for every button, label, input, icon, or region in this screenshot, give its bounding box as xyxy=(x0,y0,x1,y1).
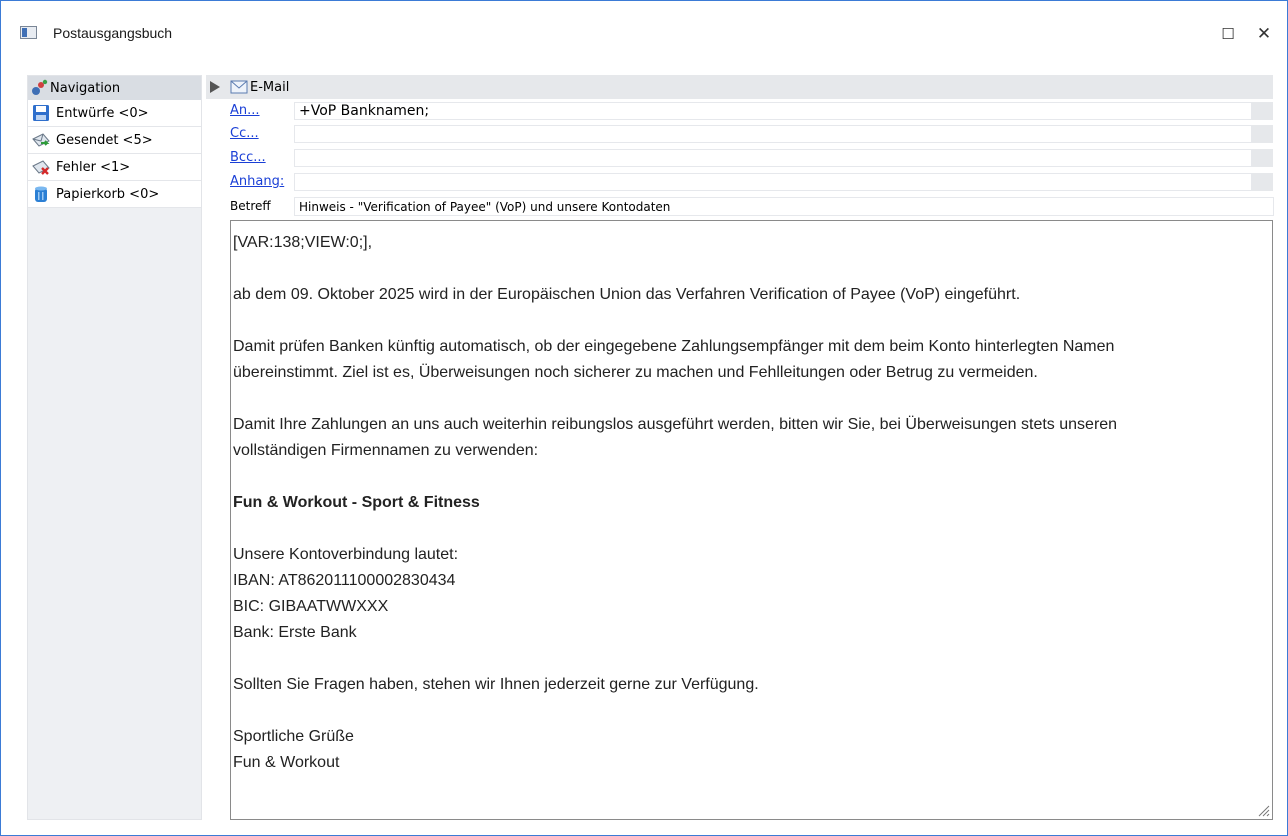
closing-text: Sportliche Grüße xyxy=(233,728,354,745)
attachment-field-scroll xyxy=(1252,173,1273,191)
body-text: übereinstimmt. Ziel ist es, Überweisunge… xyxy=(233,364,1038,381)
closing-text: Fun & Workout xyxy=(233,754,340,771)
attachment-link[interactable]: Anhang: xyxy=(230,174,284,189)
cc-row: Cc... xyxy=(230,125,1273,145)
bcc-field-scroll xyxy=(1252,149,1273,167)
subject-field[interactable]: Hinweis - "Verification of Payee" (VoP) … xyxy=(294,197,1274,216)
app-window-icon xyxy=(20,26,37,39)
nav-item-gesendet[interactable]: Gesendet <5> xyxy=(28,127,201,154)
bank-text: Bank: Erste Bank xyxy=(233,624,357,641)
body-text: [VAR:138;VIEW:0;], xyxy=(233,234,373,251)
nav-item-entwuerfe[interactable]: Entwürfe <0> xyxy=(28,100,201,127)
cc-link[interactable]: Cc... xyxy=(230,126,259,141)
body-text: Unsere Kontoverbindung lautet: xyxy=(233,546,459,563)
navigation-icon xyxy=(32,79,48,95)
sent-mail-icon xyxy=(32,133,50,147)
nav-item-papierkorb[interactable]: Papierkorb <0> xyxy=(28,181,201,208)
nav-item-label: Papierkorb <0> xyxy=(56,186,160,202)
window-title: Postausgangsbuch xyxy=(53,25,173,41)
body-text: ab dem 09. Oktober 2025 wird in der Euro… xyxy=(233,286,1021,303)
title-bar: Postausgangsbuch ☐ ✕ xyxy=(1,1,1287,65)
resize-grip-icon[interactable] xyxy=(1256,803,1270,817)
floppy-disk-icon xyxy=(33,105,49,121)
to-row: An... +VoP Banknamen; xyxy=(230,102,1273,122)
nav-item-label: Entwürfe <0> xyxy=(56,105,149,121)
email-section-header[interactable]: E-Mail xyxy=(206,75,1273,99)
bcc-row: Bcc... xyxy=(230,149,1273,169)
email-section-label: E-Mail xyxy=(250,79,290,95)
navigation-panel: Navigation Entwürfe <0> Gesendet <5> Feh… xyxy=(27,75,202,820)
bic-text: BIC: GIBAATWWXXX xyxy=(233,598,389,615)
error-mail-icon xyxy=(32,160,50,175)
body-text: Damit Ihre Zahlungen an uns auch weiterh… xyxy=(233,416,1118,433)
cc-field[interactable] xyxy=(294,125,1252,143)
to-field-scroll xyxy=(1252,102,1273,120)
body-text: vollständigen Firmennamen zu verwenden: xyxy=(233,442,539,459)
email-icon xyxy=(230,80,248,94)
subject-label: Betreff xyxy=(230,199,271,213)
trash-bin-icon xyxy=(35,186,47,202)
subject-row: Betreff Hinweis - "Verification of Payee… xyxy=(230,197,1274,217)
nav-item-label: Fehler <1> xyxy=(56,159,131,175)
attachment-row: Anhang: xyxy=(230,173,1273,193)
close-button[interactable]: ✕ xyxy=(1249,21,1279,47)
attachment-field[interactable] xyxy=(294,173,1252,191)
postausgangsbuch-window: Postausgangsbuch ☐ ✕ Navigation Entwürfe… xyxy=(0,0,1288,836)
maximize-button[interactable]: ☐ xyxy=(1213,21,1243,47)
bcc-link[interactable]: Bcc... xyxy=(230,150,266,165)
company-name-text: Fun & Workout - Sport & Fitness xyxy=(233,494,480,511)
nav-item-label: Gesendet <5> xyxy=(56,132,153,148)
cc-field-scroll xyxy=(1252,125,1273,143)
iban-text: IBAN: AT862011100002830434 xyxy=(233,572,456,589)
body-text: Sollten Sie Fragen haben, stehen wir Ihn… xyxy=(233,676,759,693)
navigation-header-label: Navigation xyxy=(50,80,121,96)
bcc-field[interactable] xyxy=(294,149,1252,167)
navigation-header: Navigation xyxy=(28,76,201,100)
to-link[interactable]: An... xyxy=(230,103,260,118)
expand-arrow-icon[interactable] xyxy=(210,81,220,93)
nav-item-fehler[interactable]: Fehler <1> xyxy=(28,154,201,181)
body-text: Damit prüfen Banken künftig automatisch,… xyxy=(233,338,1115,355)
email-body-editor[interactable]: [VAR:138;VIEW:0;], ab dem 09. Oktober 20… xyxy=(230,220,1273,820)
to-field[interactable]: +VoP Banknamen; xyxy=(294,102,1252,120)
